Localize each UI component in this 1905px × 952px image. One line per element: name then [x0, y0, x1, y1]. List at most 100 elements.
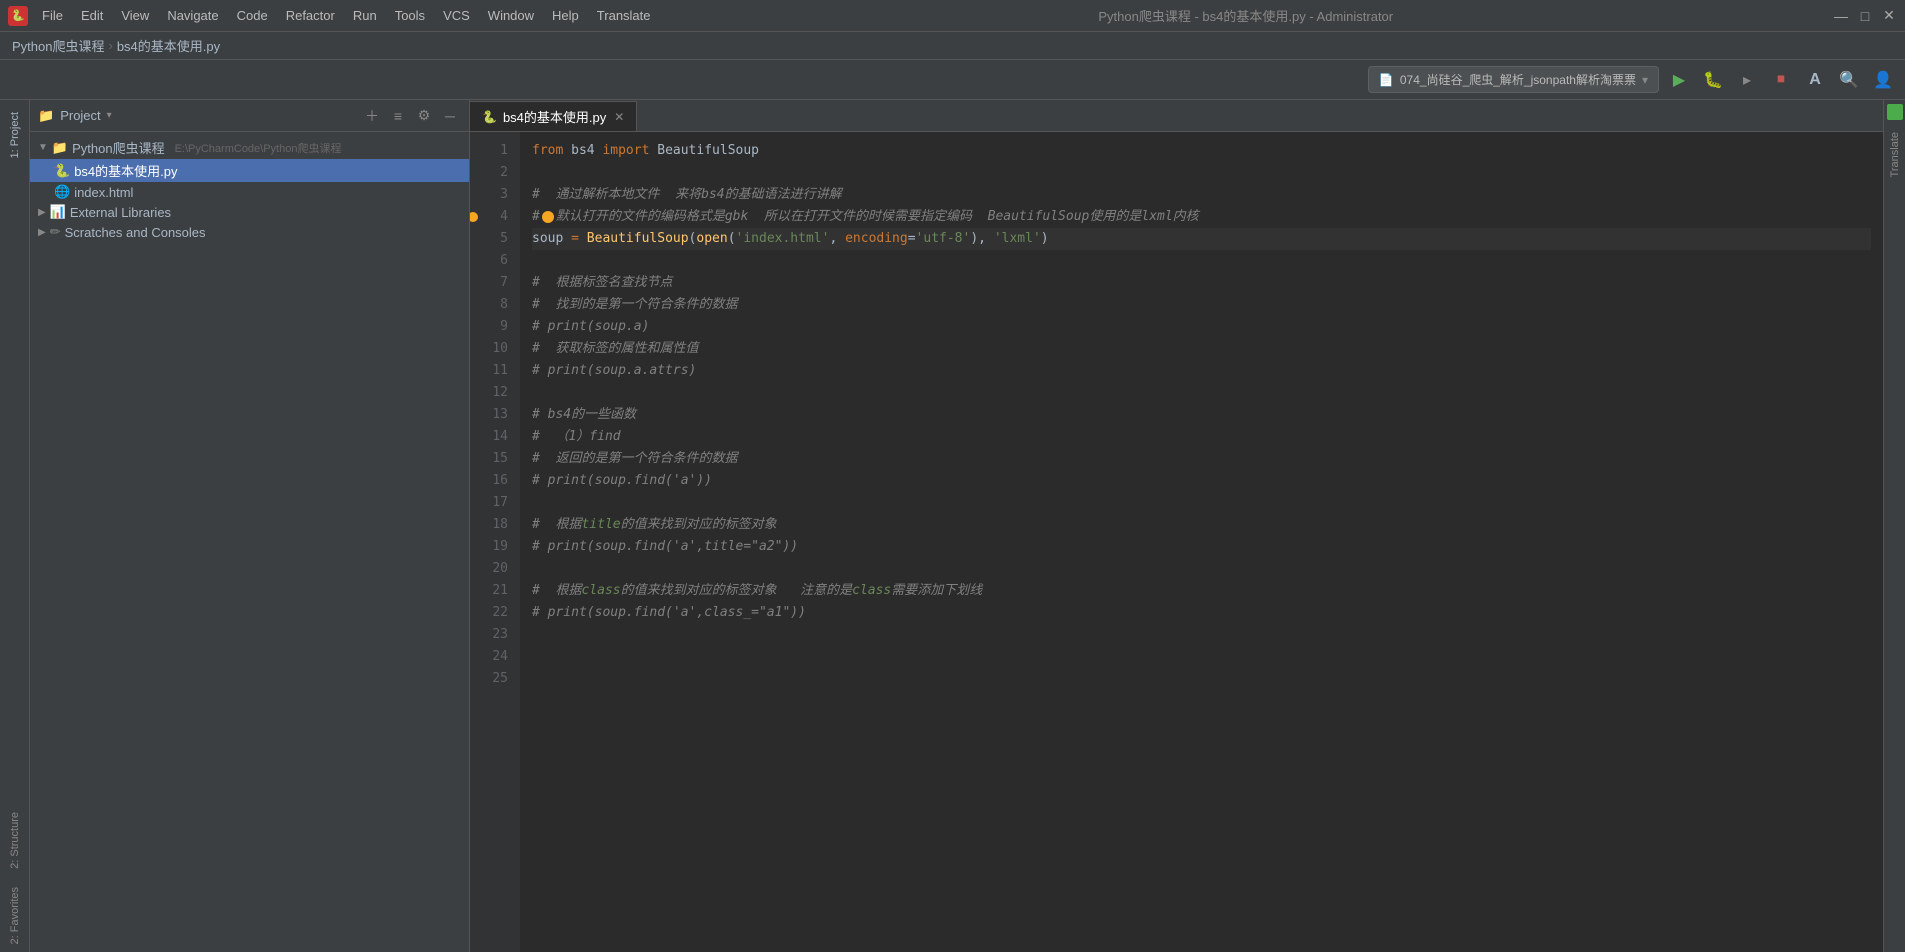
- line-num-5: 5: [470, 228, 508, 250]
- sidebar-tab-structure[interactable]: 2: Structure: [5, 804, 25, 877]
- code-line-1: from bs4 import BeautifulSoup: [532, 140, 1871, 162]
- window-title: Python爬虫课程 - bs4的基本使用.py - Administrator: [1098, 6, 1393, 25]
- line-num-1: 1: [470, 140, 508, 162]
- menu-edit[interactable]: Edit: [73, 5, 111, 26]
- op-eq: =: [563, 228, 586, 250]
- folder-icon: 📁: [38, 108, 54, 124]
- html-file-icon: 🌐: [54, 184, 70, 200]
- tab-close-button[interactable]: ✕: [614, 110, 624, 124]
- line-num-20: 20: [470, 558, 508, 580]
- code-line-12: [532, 382, 1871, 404]
- code-editor[interactable]: 1 2 3 4 5 6 7 8 9 10 11 12 13 14 15 16 1…: [470, 132, 1883, 952]
- menu-window[interactable]: Window: [480, 5, 542, 26]
- code-class: BeautifulSoup: [657, 140, 759, 162]
- stop-button[interactable]: ⏹: [1767, 66, 1795, 94]
- scratches-arrow: ▶: [38, 227, 46, 238]
- line-num-7: 7: [470, 272, 508, 294]
- run-coverage-button[interactable]: ▸: [1733, 66, 1761, 94]
- breadcrumb-file[interactable]: bs4的基本使用.py: [117, 36, 220, 55]
- title-bar-left: 🐍 File Edit View Navigate Code Refactor …: [8, 5, 659, 26]
- fn-open: open: [696, 228, 727, 250]
- tree-external-libraries[interactable]: ▶ 📊 External Libraries: [30, 202, 469, 222]
- str-lxml: 'lxml': [994, 228, 1041, 250]
- line-num-16: 16: [470, 470, 508, 492]
- paren2: (: [728, 228, 736, 250]
- minimize-button[interactable]: —: [1833, 8, 1849, 24]
- menu-file[interactable]: File: [34, 5, 71, 26]
- maximize-button[interactable]: □: [1857, 8, 1873, 24]
- line-num-21: 21: [470, 580, 508, 602]
- code-content[interactable]: from bs4 import BeautifulSoup # 通过解析本地文件…: [520, 132, 1883, 952]
- comment-9: # print(soup.a): [532, 316, 649, 338]
- line-num-2: 2: [470, 162, 508, 184]
- fn-beautifulsoup: BeautifulSoup: [587, 228, 689, 250]
- line-num-15: 15: [470, 448, 508, 470]
- keyword-from: from: [532, 140, 563, 162]
- menu-refactor[interactable]: Refactor: [278, 5, 343, 26]
- account-button[interactable]: 👤: [1869, 66, 1897, 94]
- breadcrumb: Python爬虫课程 › bs4的基本使用.py: [0, 32, 1905, 60]
- panel-header-right: ＋ ≡ ⚙ ─: [361, 105, 461, 127]
- tab-label: bs4的基本使用.py: [503, 107, 606, 126]
- translate-side-tab[interactable]: Translate: [1886, 124, 1904, 185]
- debug-button[interactable]: 🐛: [1699, 66, 1727, 94]
- translate-toolbar-button[interactable]: A: [1801, 66, 1829, 94]
- menu-translate[interactable]: Translate: [589, 5, 659, 26]
- breadcrumb-project[interactable]: Python爬虫课程: [12, 36, 104, 55]
- menu-tools[interactable]: Tools: [387, 5, 433, 26]
- line-num-10: 10: [470, 338, 508, 360]
- close-button[interactable]: ✕: [1881, 8, 1897, 24]
- code-line-3: # 通过解析本地文件 来将bs4的基础语法进行讲解: [532, 184, 1871, 206]
- panel-settings-button[interactable]: ⚙: [413, 105, 435, 127]
- eq2: =: [908, 228, 916, 250]
- search-toolbar-button[interactable]: 🔍: [1835, 66, 1863, 94]
- paren-close: ): [1041, 228, 1049, 250]
- comment-22: # print(soup.find('a',class_="a1")): [532, 602, 806, 624]
- breadcrumb-separator: ›: [108, 38, 112, 53]
- tree-root[interactable]: ▼ 📁 Python爬虫课程 E:\PyCharmCode\Python爬虫课程: [30, 136, 469, 159]
- line-num-19: 19: [470, 536, 508, 558]
- menu-code[interactable]: Code: [229, 5, 276, 26]
- sidebar-tab-favorites[interactable]: 2: Favorites: [5, 879, 25, 952]
- comment-14: # （1）find: [532, 426, 621, 448]
- run-button[interactable]: ▶: [1665, 66, 1693, 94]
- editor-tab-bs4[interactable]: 🐍 bs4的基本使用.py ✕: [470, 101, 637, 131]
- menu-run[interactable]: Run: [345, 5, 385, 26]
- menu-view[interactable]: View: [113, 5, 157, 26]
- line-num-13: 13: [470, 404, 508, 426]
- code-line-7: # 根据标签名查找节点: [532, 272, 1871, 294]
- keyword-import: import: [602, 140, 649, 162]
- panel-minimize-button[interactable]: ─: [439, 105, 461, 127]
- run-config-selector[interactable]: 📄 074_尚硅谷_爬虫_解析_jsonpath解析淘票票 ▾: [1368, 66, 1659, 93]
- tree-file-bs4[interactable]: 🐍 bs4的基本使用.py: [30, 159, 469, 182]
- panel-collapse-button[interactable]: ≡: [387, 105, 409, 127]
- menu-help[interactable]: Help: [544, 5, 587, 26]
- comment-18: # 根据: [532, 514, 581, 536]
- left-side-strip: 1: Project 2: Structure 2: Favorites: [0, 100, 30, 952]
- line-num-11: 11: [470, 360, 508, 382]
- panel-add-button[interactable]: ＋: [361, 105, 383, 127]
- code-line-23: [532, 624, 1871, 646]
- app-logo: 🐍: [8, 6, 28, 26]
- code-line-2: [532, 162, 1871, 184]
- code-module: bs4: [571, 140, 594, 162]
- tree-scratches[interactable]: ▶ ✏ Scratches and Consoles: [30, 222, 469, 242]
- window-controls[interactable]: — □ ✕: [1833, 8, 1897, 24]
- code-space3: [649, 140, 657, 162]
- comment-21b: 的值来找到对应的标签对象 注意的是: [621, 580, 852, 602]
- code-line-9: # print(soup.a): [532, 316, 1871, 338]
- line-num-22: 22: [470, 602, 508, 624]
- comment-4: #: [532, 206, 540, 228]
- sidebar-tab-project[interactable]: 1: Project: [5, 104, 25, 166]
- code-line-6: [532, 250, 1871, 272]
- menu-navigate[interactable]: Navigate: [159, 5, 226, 26]
- menu-vcs[interactable]: VCS: [435, 5, 478, 26]
- line-num-17: 17: [470, 492, 508, 514]
- ext-lib-arrow: ▶: [38, 207, 46, 218]
- panel-title: Project: [60, 108, 100, 123]
- code-line-25: [532, 668, 1871, 690]
- comment-7: # 根据标签名查找节点: [532, 272, 672, 294]
- menu-bar[interactable]: File Edit View Navigate Code Refactor Ru…: [34, 5, 659, 26]
- tree-file-index[interactable]: 🌐 index.html: [30, 182, 469, 202]
- code-line-4: # 默认打开的文件的编码格式是gbk 所以在打开文件的时候需要指定编码 Beau…: [532, 206, 1871, 228]
